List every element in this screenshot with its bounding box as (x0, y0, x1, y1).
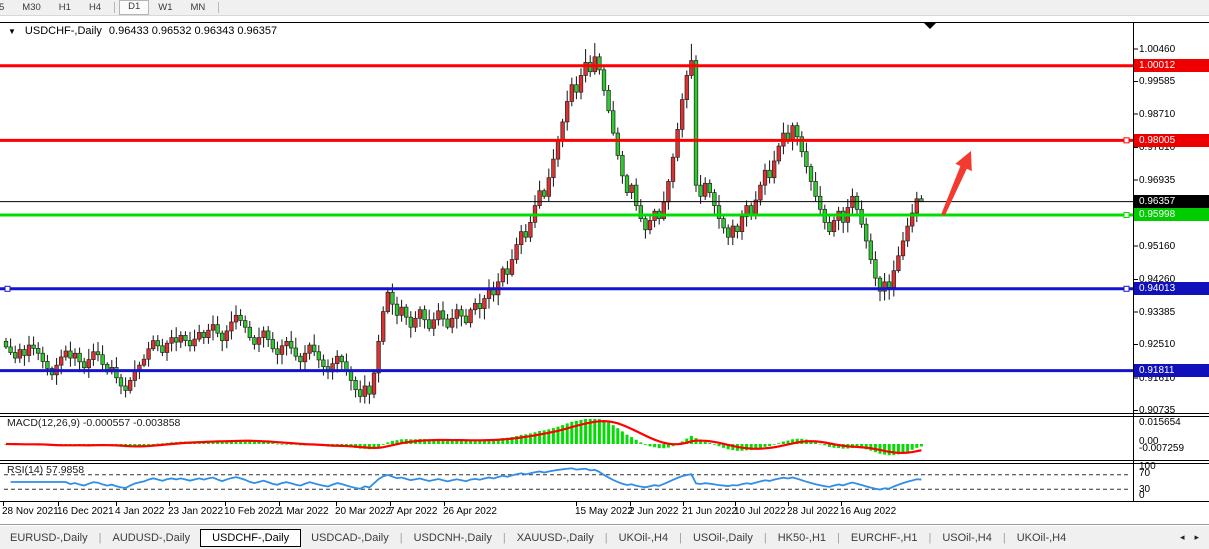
date-tick-label: 28 Nov 2021 (2, 506, 59, 517)
date-tick-label: 16 Dec 2021 (57, 506, 114, 517)
tab-scroll-right-icon[interactable]: ▸ (1194, 532, 1199, 543)
rsi-value: 57.9858 (46, 464, 84, 476)
chart-tab-usdchfdaily[interactable]: USDCHF-,Daily (200, 529, 301, 547)
chart-tab-usoildaily[interactable]: USOil-,Daily (683, 529, 763, 547)
price-tick-label: 1.00460 (1139, 43, 1175, 56)
level-line-handle[interactable] (5, 286, 10, 291)
chart-tab-usoilh4[interactable]: USOil-,H4 (932, 529, 1002, 547)
chart-tab-eurchfh1[interactable]: EURCHF-,H1 (841, 529, 928, 547)
date-tick-label: 15 May 2022 (575, 506, 633, 517)
level-line-handle[interactable] (1124, 138, 1129, 143)
chart-tab-ukoilh4[interactable]: UKOil-,H4 (609, 529, 679, 547)
symbol-period-label: USDCHF-,Daily (25, 25, 102, 37)
chart-tabs-bar: EURUSD-,Daily|AUDUSD-,DailyUSDCHF-,Daily… (0, 524, 1209, 549)
price-tick-label: 0.93385 (1139, 306, 1175, 319)
price-badge-0.94013: 0.94013 (1134, 282, 1209, 295)
macd-label: MACD(12,26,9) -0.000557 -0.003858 (7, 417, 180, 429)
rsi-scale-label: 0 (1139, 489, 1145, 502)
chart-tab-xauusddaily[interactable]: XAUUSD-,Daily (507, 529, 604, 547)
rsi-scale-label: 70 (1139, 467, 1150, 480)
date-tick-label: 1 Mar 2022 (278, 506, 329, 517)
chart-shift-marker[interactable] (924, 23, 936, 29)
price-badge-1.00012: 1.00012 (1134, 59, 1209, 72)
date-tick-label: 16 Aug 2022 (840, 506, 896, 517)
date-tick-label: 10 Feb 2022 (224, 506, 280, 517)
date-tick-label: 21 Jun 2022 (682, 506, 737, 517)
rsi-name: RSI(14) (7, 464, 43, 476)
macd-values: -0.000557 -0.003858 (83, 417, 181, 429)
price-chart-canvas[interactable] (0, 0, 1209, 549)
date-tick-label: 23 Jan 2022 (168, 506, 223, 517)
price-tick-label: 0.99585 (1139, 75, 1175, 88)
price-badge-0.95998: 0.95998 (1134, 208, 1209, 221)
price-tick-label: 0.92510 (1139, 338, 1175, 351)
chart-tab-audusddaily[interactable]: AUDUSD-,Daily (102, 529, 200, 547)
price-tick-label: 0.96935 (1139, 174, 1175, 187)
trend-arrow-annotation[interactable] (941, 151, 972, 216)
terminal-window: { "toolbar":{"timeframes":["5","M30","H1… (0, 0, 1209, 549)
date-tick-label: 20 Mar 2022 (335, 506, 391, 517)
price-badge-0.96357: 0.96357 (1134, 195, 1209, 208)
level-line-handle[interactable] (1124, 212, 1129, 217)
price-tick-label: 0.95160 (1139, 240, 1175, 253)
macd-name: MACD(12,26,9) (7, 417, 80, 429)
chart-tab-hk50h1[interactable]: HK50-,H1 (768, 529, 836, 547)
level-line-handle[interactable] (1124, 286, 1129, 291)
rsi-label: RSI(14) 57.9858 (7, 464, 84, 476)
date-tick-label: 7 Apr 2022 (389, 506, 437, 517)
chart-tab-usdcnhdaily[interactable]: USDCNH-,Daily (404, 529, 502, 547)
tab-scroll-left-icon[interactable]: ◂ (1180, 532, 1185, 543)
chart-title: ▼ USDCHF-,Daily 0.96433 0.96532 0.96343 … (8, 25, 277, 37)
price-tick-label: 0.98710 (1139, 108, 1175, 121)
date-tick-label: 10 Jul 2022 (734, 506, 786, 517)
candlestick-series (4, 43, 923, 404)
price-badge-0.91811: 0.91811 (1134, 364, 1209, 377)
price-badge-0.98005: 0.98005 (1134, 134, 1209, 147)
rsi-line (11, 468, 922, 489)
symbol-dropdown-icon[interactable]: ▼ (8, 27, 16, 36)
chart-tab-eurusddaily[interactable]: EURUSD-,Daily (0, 529, 98, 547)
chart-tab-usdcaddaily[interactable]: USDCAD-,Daily (301, 529, 399, 547)
tab-scroll-arrows: ◂▸ (1180, 532, 1209, 543)
date-tick-label: 26 Apr 2022 (443, 506, 497, 517)
macd-scale-label: 0.015654 (1139, 416, 1181, 429)
date-tick-label: 2 Jun 2022 (629, 506, 679, 517)
ohlc-readout: 0.96433 0.96532 0.96343 0.96357 (109, 25, 277, 37)
date-tick-label: 28 Jul 2022 (787, 506, 839, 517)
date-tick-label: 4 Jan 2022 (115, 506, 165, 517)
chart-tab-ukoilh4[interactable]: UKOil-,H4 (1007, 529, 1077, 547)
macd-scale-label: -0.007259 (1139, 442, 1184, 455)
